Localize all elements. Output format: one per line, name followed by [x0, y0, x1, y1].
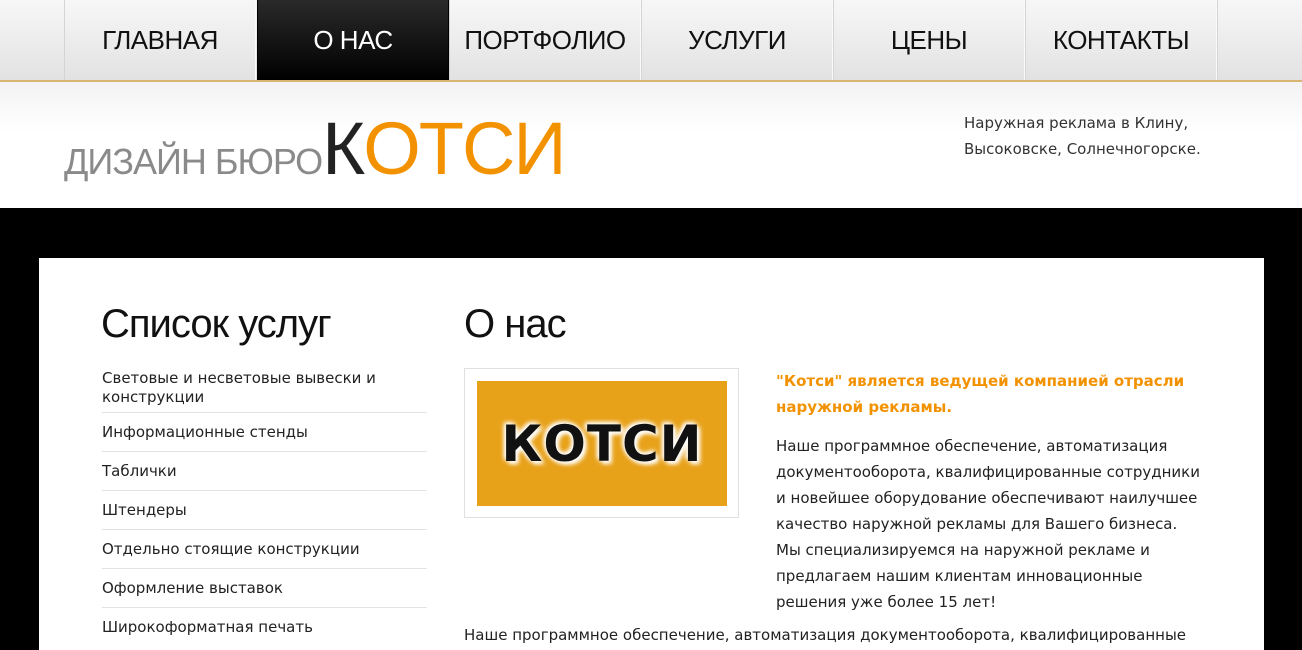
lead-text: "Котси" является ведущей компанией отрас…	[776, 372, 1185, 416]
service-item-signs[interactable]: Световые и несветовые вывески и конструк…	[102, 364, 427, 413]
content-panel: Список услуг Световые и несветовые вывес…	[39, 258, 1264, 650]
about-paragraph-1: Наше программное обеспечение, автоматиза…	[776, 437, 1200, 611]
nav-item-about[interactable]: О НАС	[257, 0, 449, 80]
site-logo[interactable]: ДИЗАЙН БЮРО К ОТСИ	[64, 106, 567, 191]
nav-item-portfolio[interactable]: ПОРТФОЛИО	[449, 0, 641, 80]
nav-divider	[1217, 0, 1218, 80]
logo-first-letter: К	[322, 107, 365, 190]
services-list: Световые и несветовые вывески и конструк…	[102, 364, 427, 647]
nav-item-prices[interactable]: ЦЕНЫ	[833, 0, 1025, 80]
main-nav: ГЛАВНАЯ О НАС ПОРТФОЛИО УСЛУГИ ЦЕНЫ КОНТ…	[0, 0, 1302, 82]
page-title: О нас	[464, 302, 567, 346]
about-paragraph-2: Наше программное обеспечение, автоматиза…	[464, 626, 1187, 644]
service-item-standalone-structures[interactable]: Отдельно стоящие конструкции	[102, 530, 427, 569]
header-tagline: Наружная реклама в Клину, Высоковске, Со…	[964, 110, 1224, 162]
nav-item-services[interactable]: УСЛУГИ	[641, 0, 833, 80]
company-logo-image: КОТСИ	[464, 368, 739, 518]
tagline-line-2: Высоковске, Солнечногорске.	[964, 140, 1201, 158]
nav-item-contacts[interactable]: КОНТАКТЫ	[1025, 0, 1217, 80]
service-item-wide-format-print[interactable]: Широкоформатная печать	[102, 608, 427, 647]
service-item-exhibitions[interactable]: Оформление выставок	[102, 569, 427, 608]
service-item-stands[interactable]: Информационные стенды	[102, 413, 427, 452]
service-item-sandwich-boards[interactable]: Штендеры	[102, 491, 427, 530]
logo-brand-name: ОТСИ	[363, 107, 566, 190]
logo-image-background: КОТСИ	[477, 381, 727, 506]
nav-item-home[interactable]: ГЛАВНАЯ	[64, 0, 256, 80]
service-item-plates[interactable]: Таблички	[102, 452, 427, 491]
sidebar-title: Список услуг	[101, 302, 332, 346]
logo-image-text: КОТСИ	[501, 414, 703, 473]
logo-prefix: ДИЗАЙН БЮРО	[64, 141, 323, 182]
tagline-line-1: Наружная реклама в Клину,	[964, 114, 1189, 132]
site-header: ДИЗАЙН БЮРО К ОТСИ Наружная реклама в Кл…	[0, 82, 1302, 208]
